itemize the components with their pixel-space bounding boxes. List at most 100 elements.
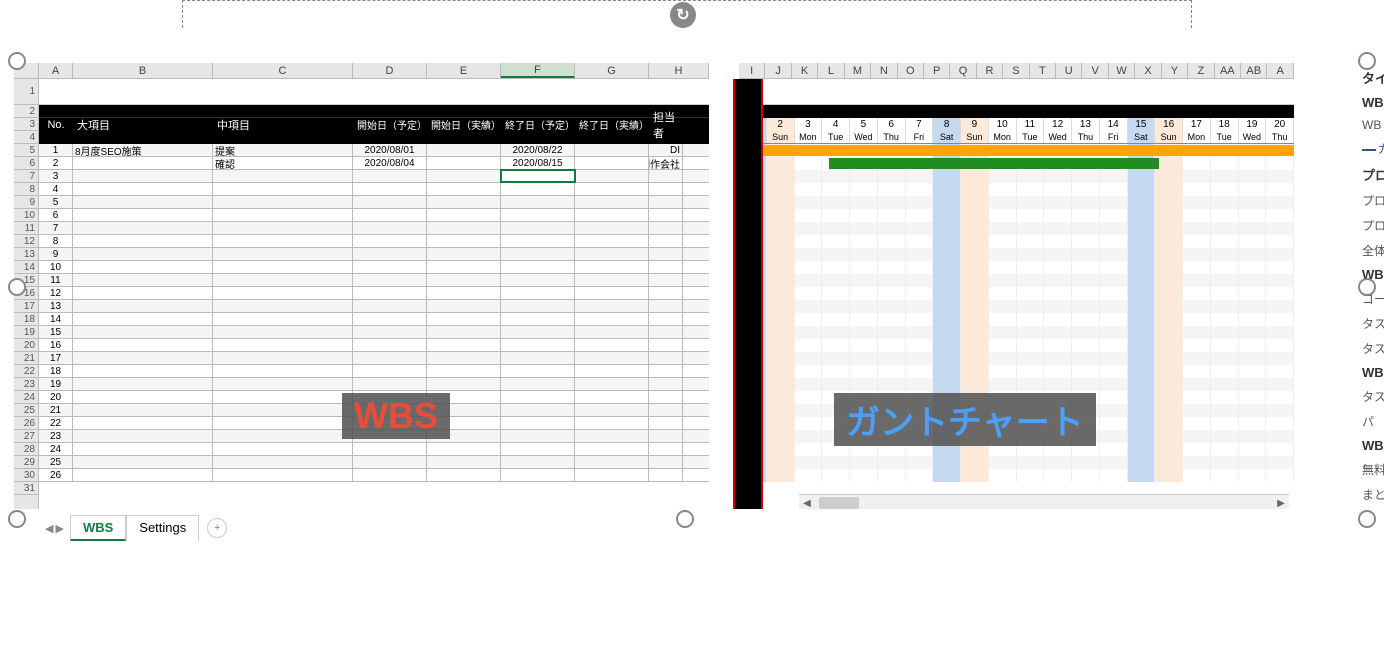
cell[interactable] [575, 378, 649, 390]
cell[interactable]: 18 [39, 365, 73, 377]
cell[interactable] [649, 300, 683, 312]
gantt-cell[interactable] [1072, 313, 1100, 326]
gantt-cell[interactable] [850, 170, 878, 183]
gantt-cell[interactable] [1183, 443, 1211, 456]
cell[interactable] [649, 365, 683, 377]
gantt-cell[interactable] [1155, 326, 1183, 339]
gantt-cell[interactable] [1183, 183, 1211, 196]
gantt-cell[interactable] [767, 339, 795, 352]
gantt-cell[interactable] [795, 170, 823, 183]
col-header-V[interactable]: V [1082, 63, 1108, 78]
gantt-cell[interactable] [1044, 222, 1072, 235]
cell[interactable] [73, 209, 213, 221]
cell[interactable] [501, 352, 575, 364]
gantt-cell[interactable] [795, 469, 823, 482]
cell[interactable] [213, 235, 353, 247]
gantt-cell[interactable] [1211, 170, 1239, 183]
cell[interactable] [427, 365, 501, 377]
gantt-cell[interactable] [1017, 261, 1045, 274]
gantt-cell[interactable] [906, 469, 934, 482]
gantt-cell[interactable] [822, 287, 850, 300]
col-header-O[interactable]: O [898, 63, 924, 78]
gantt-cell[interactable] [1155, 365, 1183, 378]
gantt-cell[interactable] [1266, 261, 1294, 274]
cell[interactable] [575, 157, 649, 169]
cell[interactable] [353, 456, 427, 468]
gantt-cell[interactable] [1044, 235, 1072, 248]
gantt-cell[interactable] [961, 183, 989, 196]
cell[interactable] [427, 248, 501, 260]
gantt-cell[interactable] [1239, 274, 1267, 287]
gantt-cell[interactable] [822, 261, 850, 274]
cell[interactable] [73, 248, 213, 260]
cell[interactable] [575, 170, 649, 182]
row-header-9[interactable]: 9 [14, 196, 38, 209]
gantt-cell[interactable] [906, 274, 934, 287]
gantt-cell[interactable] [1266, 183, 1294, 196]
gantt-cell[interactable] [1211, 443, 1239, 456]
cell[interactable] [575, 196, 649, 208]
col-header-L[interactable]: L [818, 63, 844, 78]
cell[interactable] [73, 417, 213, 429]
outline-item[interactable]: プロ [1358, 161, 1384, 188]
gantt-cell[interactable] [1017, 313, 1045, 326]
cell[interactable] [353, 352, 427, 364]
gantt-cell[interactable] [767, 417, 795, 430]
gantt-cell[interactable] [1155, 391, 1183, 404]
cell[interactable] [501, 326, 575, 338]
gantt-cell[interactable] [1044, 326, 1072, 339]
gantt-cell[interactable] [933, 235, 961, 248]
gantt-cell[interactable] [822, 339, 850, 352]
outline-item[interactable]: WBS [1358, 434, 1384, 457]
gantt-cell[interactable] [961, 378, 989, 391]
cell[interactable] [427, 313, 501, 325]
cell[interactable] [649, 235, 683, 247]
gantt-cell[interactable] [1017, 196, 1045, 209]
cell[interactable]: 提案 [213, 144, 353, 156]
col-header-P[interactable]: P [924, 63, 950, 78]
gantt-cell[interactable] [1044, 170, 1072, 183]
cell[interactable]: 26 [39, 469, 73, 481]
gantt-cell[interactable] [1239, 456, 1267, 469]
gantt-cell[interactable] [1128, 274, 1156, 287]
gantt-cell[interactable] [1266, 456, 1294, 469]
gantt-bar-green[interactable] [829, 158, 1159, 169]
gantt-cell[interactable] [1183, 404, 1211, 417]
cell[interactable] [353, 300, 427, 312]
gantt-cell[interactable] [1266, 170, 1294, 183]
outline-item[interactable]: 無料 [1358, 457, 1384, 482]
gantt-cell[interactable] [767, 352, 795, 365]
cell[interactable] [73, 339, 213, 351]
cell[interactable] [73, 183, 213, 195]
crop-handle[interactable] [8, 52, 26, 70]
gantt-cell[interactable] [1155, 157, 1183, 170]
gantt-cell[interactable] [1211, 313, 1239, 326]
gantt-cell[interactable] [878, 274, 906, 287]
gantt-cell[interactable] [1155, 339, 1183, 352]
gantt-cell[interactable] [878, 222, 906, 235]
gantt-cell[interactable] [1044, 456, 1072, 469]
gantt-cell[interactable] [906, 183, 934, 196]
gantt-cell[interactable] [850, 196, 878, 209]
cell[interactable] [427, 469, 501, 481]
gantt-cell[interactable] [1155, 287, 1183, 300]
cell[interactable] [213, 287, 353, 299]
gantt-cell[interactable] [1072, 196, 1100, 209]
cell[interactable] [575, 261, 649, 273]
cell[interactable]: 22 [39, 417, 73, 429]
cell[interactable] [649, 326, 683, 338]
row-header-27[interactable]: 27 [14, 430, 38, 443]
gantt-cell[interactable] [906, 261, 934, 274]
scroll-left-icon[interactable]: ◀ [799, 495, 815, 509]
cell[interactable] [649, 391, 683, 403]
gantt-cell[interactable] [933, 261, 961, 274]
gantt-cell[interactable] [961, 248, 989, 261]
gantt-cell[interactable] [906, 235, 934, 248]
gantt-cell[interactable] [1266, 339, 1294, 352]
cell[interactable] [575, 365, 649, 377]
cell[interactable] [501, 300, 575, 312]
scroll-right-icon[interactable]: ▶ [1273, 495, 1289, 509]
outline-item[interactable]: 全体 [1358, 238, 1384, 263]
gantt-cell[interactable] [795, 300, 823, 313]
gantt-cell[interactable] [1266, 248, 1294, 261]
